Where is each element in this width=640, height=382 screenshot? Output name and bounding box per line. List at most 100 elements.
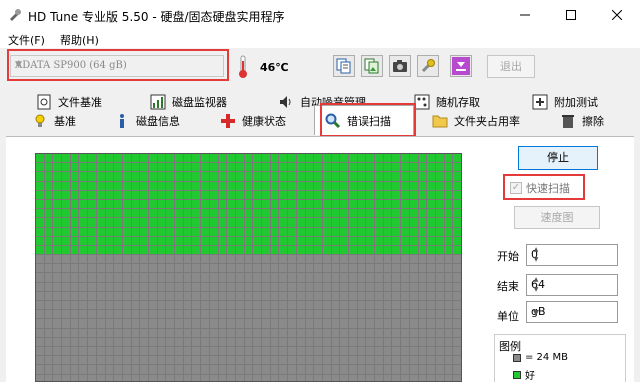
start-spinbox[interactable]: 0 ▲ ▼ — [526, 244, 618, 266]
spin-down-icon[interactable]: ▼ — [531, 286, 541, 293]
good-block — [175, 190, 183, 199]
good-block — [122, 181, 131, 190]
good-block — [53, 172, 62, 181]
pending-block — [157, 282, 166, 291]
tab-extra-tests[interactable]: 附加测试 — [532, 92, 598, 112]
good-block — [244, 181, 253, 190]
close-button[interactable] — [594, 0, 640, 30]
pending-block — [340, 319, 348, 328]
pending-block — [340, 356, 348, 365]
spin-up-icon[interactable]: ▲ — [531, 276, 541, 283]
good-block — [201, 245, 209, 255]
good-block — [375, 163, 383, 172]
pending-block — [418, 273, 427, 282]
pending-block — [401, 255, 409, 264]
end-spinbox[interactable]: 64 ▲ ▼ — [526, 274, 618, 296]
good-block — [235, 218, 244, 227]
good-block — [427, 190, 435, 199]
pending-block — [244, 374, 253, 381]
pending-block — [218, 255, 227, 264]
good-block — [279, 190, 288, 199]
spin-down-icon[interactable]: ▼ — [531, 256, 541, 263]
minimize-button[interactable] — [502, 0, 548, 30]
good-block — [140, 172, 149, 181]
pending-block — [401, 374, 409, 381]
spin-up-icon[interactable]: ▲ — [531, 246, 541, 253]
tab-random-access[interactable]: 随机存取 — [414, 92, 480, 112]
unit-select[interactable]: gB ▼ — [526, 301, 618, 323]
pending-block — [401, 282, 409, 291]
pending-block — [435, 301, 444, 310]
tab-disk-info[interactable]: 磁盘信息 — [114, 111, 180, 131]
good-block — [331, 236, 340, 245]
good-block — [70, 163, 79, 172]
pending-block — [149, 273, 157, 282]
pending-block — [88, 291, 96, 300]
good-block — [253, 181, 262, 190]
good-block — [105, 227, 114, 236]
maximize-button[interactable] — [548, 0, 594, 30]
screenshot-button[interactable] — [389, 55, 411, 77]
good-block — [209, 154, 218, 163]
good-block — [122, 209, 131, 218]
pending-block — [348, 301, 357, 310]
good-block — [157, 163, 166, 172]
good-block — [131, 245, 140, 255]
pending-block — [175, 255, 183, 264]
pending-block — [357, 301, 366, 310]
options-button[interactable] — [417, 55, 439, 77]
menu-help[interactable]: 帮助(H) — [60, 32, 99, 48]
tab-folder-usage[interactable]: 文件夹占用率 — [432, 111, 520, 131]
pending-block — [314, 328, 322, 337]
copy-image-button[interactable] — [361, 55, 383, 77]
good-block — [435, 199, 444, 209]
pending-block — [192, 328, 201, 337]
pending-block — [192, 264, 201, 273]
tab-erase[interactable]: 擦除 — [560, 111, 604, 131]
exit-button[interactable]: 退出 — [487, 55, 535, 78]
pending-block — [262, 301, 270, 310]
save-button[interactable] — [450, 55, 472, 77]
error-scan-block-map — [35, 153, 462, 382]
tab-file-benchmark[interactable]: 文件基准 — [36, 92, 102, 112]
pending-block — [235, 356, 244, 365]
good-block — [105, 172, 114, 181]
good-block — [331, 209, 340, 218]
pending-block — [305, 273, 314, 282]
good-block — [235, 245, 244, 255]
good-block — [357, 218, 366, 227]
pending-block — [235, 301, 244, 310]
menu-file[interactable]: 文件(F) — [8, 32, 45, 48]
pending-block — [296, 264, 305, 273]
good-block — [288, 227, 296, 236]
stop-button[interactable]: 停止 — [518, 146, 598, 170]
pending-block — [105, 273, 114, 282]
good-block — [322, 209, 331, 218]
pending-block — [131, 356, 140, 365]
tab-benchmark[interactable]: 基准 — [32, 111, 76, 131]
good-block — [70, 236, 79, 245]
pending-block — [314, 319, 322, 328]
pending-block — [435, 273, 444, 282]
good-block — [201, 209, 209, 218]
pending-block — [435, 328, 444, 337]
good-block — [183, 236, 192, 245]
good-block — [244, 236, 253, 245]
close-icon — [612, 10, 622, 20]
speed-map-button[interactable]: 速度图 — [514, 206, 600, 229]
pending-block — [96, 264, 105, 273]
good-block — [88, 190, 96, 199]
good-block — [418, 245, 427, 255]
copy-text-button[interactable] — [333, 55, 355, 77]
pending-block — [444, 264, 453, 273]
good-block — [183, 227, 192, 236]
good-block — [62, 236, 70, 245]
pending-block — [305, 337, 314, 346]
tab-disk-monitor[interactable]: 磁盘监视器 — [150, 92, 227, 112]
good-block — [149, 199, 157, 209]
good-block — [314, 190, 322, 199]
pending-block — [96, 291, 105, 300]
tab-health[interactable]: 健康状态 — [220, 111, 286, 131]
pending-block — [427, 356, 435, 365]
speaker-icon — [280, 96, 291, 108]
